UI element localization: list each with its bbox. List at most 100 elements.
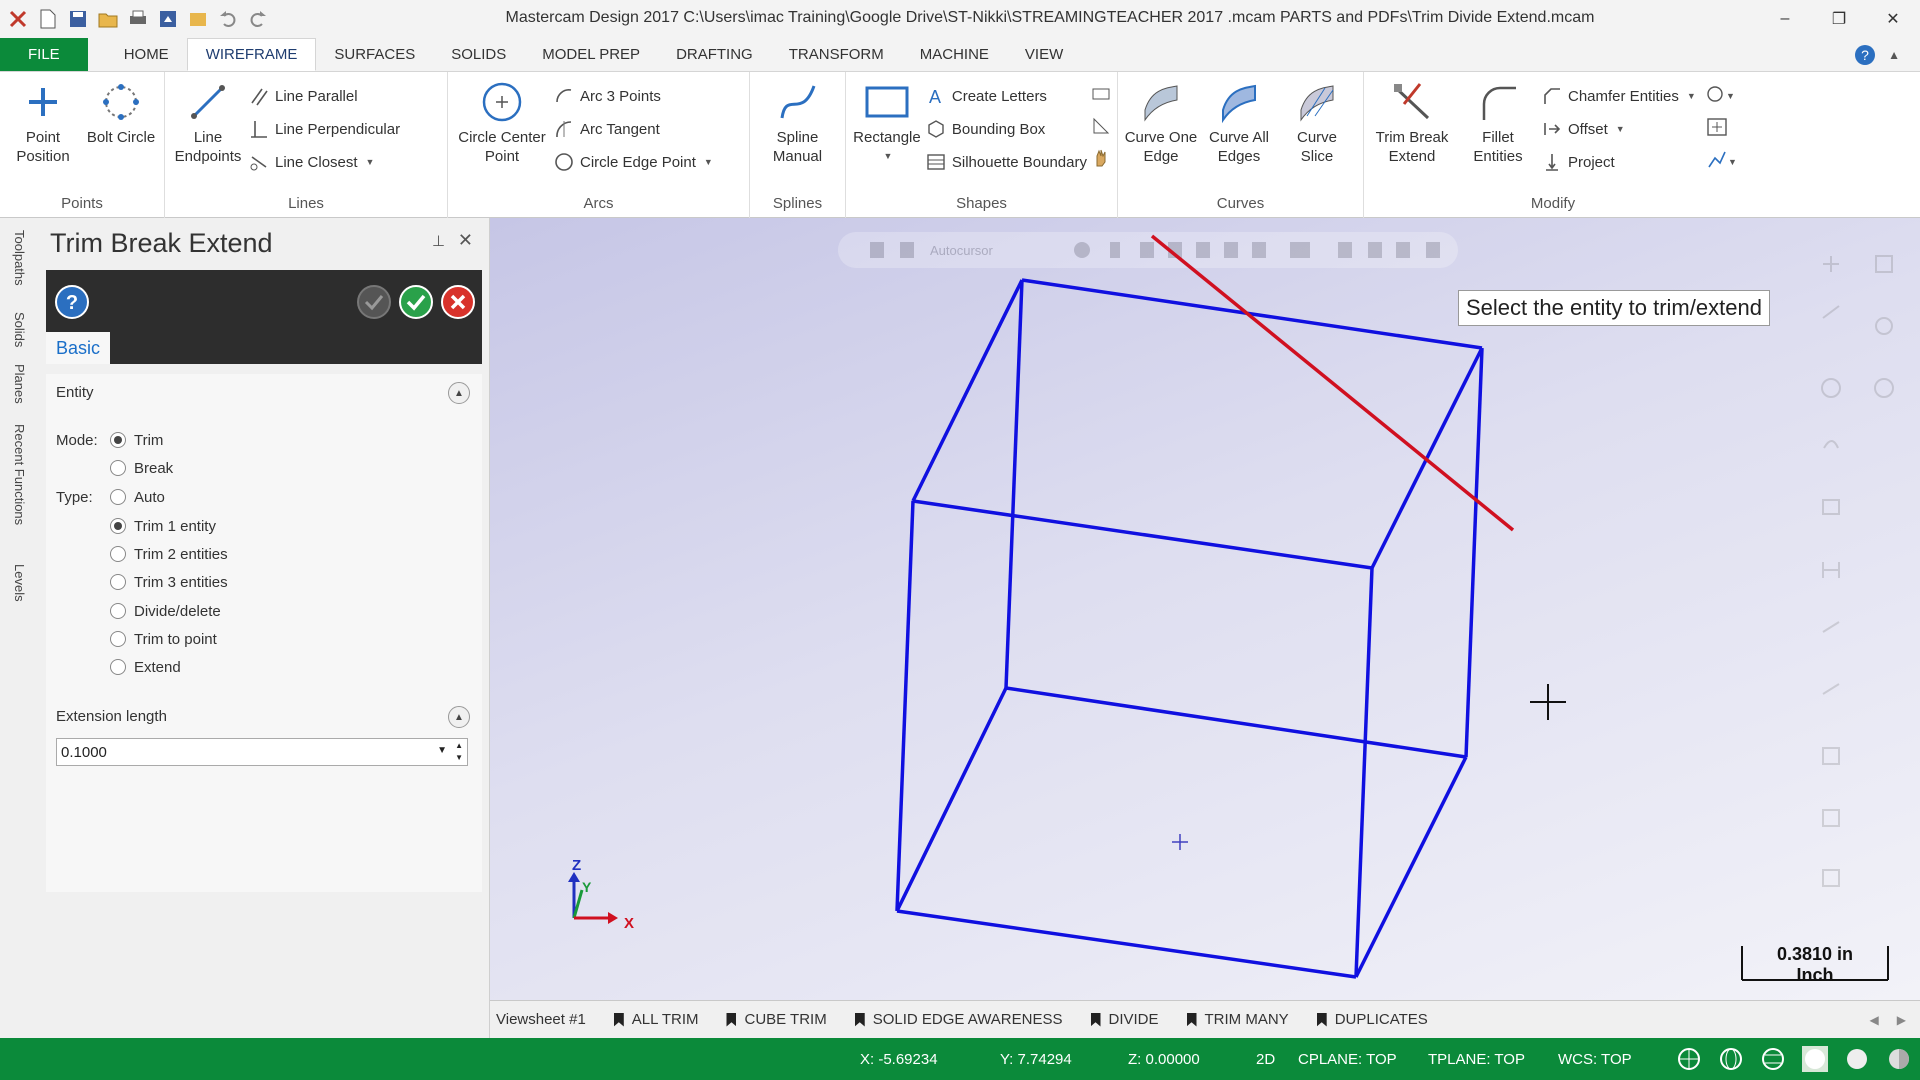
bounding-box-button[interactable]: Bounding Box [926,117,1087,141]
radio-type-divide[interactable]: Divide/delete [110,600,221,622]
radio-type-trim-3[interactable]: Trim 3 entities [110,571,228,593]
sphere-outline-icon[interactable] [1760,1046,1786,1072]
cube-wireframe[interactable] [895,278,1484,979]
tab-recent-functions[interactable]: Recent Functions [12,424,27,525]
bookmark-divide[interactable]: DIVIDE [1090,1011,1159,1028]
spinner-icon[interactable]: ▲ ▼ [455,740,463,764]
circle-edge-point-button[interactable]: Circle Edge Point ▼ [554,150,713,174]
cancel-icon[interactable] [440,284,476,320]
globe-grid-icon[interactable] [1718,1046,1744,1072]
type-label: Type: [56,489,93,506]
collapse-entity-icon[interactable]: ▲ [448,382,470,404]
radio-mode-break[interactable]: Break [110,457,173,479]
offset-button[interactable]: Offset ▼ [1542,117,1696,141]
merge-icon[interactable] [186,7,210,31]
maximize-button[interactable]: ❐ [1812,0,1866,38]
extension-length-input[interactable]: 0.1000 ▼ ▲ ▼ [56,738,468,766]
line-parallel-button[interactable]: Line Parallel [249,84,400,108]
undo-icon[interactable] [216,7,240,31]
open-folder-icon[interactable] [96,7,120,31]
radio-type-trim-2[interactable]: Trim 2 entities [110,543,228,565]
radio-type-trim-1[interactable]: Trim 1 entity [110,515,216,537]
bookmark-cube-trim[interactable]: CUBE TRIM [726,1011,827,1028]
shaded-sphere-icon[interactable] [1802,1046,1828,1072]
tab-planes[interactable]: Planes [12,364,27,404]
tab-solids-manager[interactable]: Solids [12,312,27,347]
help-icon[interactable]: ? [1854,44,1876,66]
tab-transform[interactable]: TRANSFORM [771,38,902,71]
redo-icon[interactable] [246,7,270,31]
status-wcs[interactable]: WCS: TOP [1558,1051,1632,1068]
line-closest-button[interactable]: Line Closest ▼ [249,150,400,174]
status-tplane[interactable]: TPLANE: TOP [1428,1051,1525,1068]
modify-tool-2-icon[interactable] [1706,117,1736,141]
translucent-sphere-icon[interactable] [1886,1046,1912,1072]
bookmark-duplicates[interactable]: DUPLICATES [1316,1011,1428,1028]
scroll-left-icon[interactable]: ◀ [1870,1013,1879,1027]
radio-type-trim-point[interactable]: Trim to point [110,628,217,650]
chamfer-entities-button[interactable]: Chamfer Entities ▼ [1542,84,1696,108]
tab-wireframe[interactable]: WIREFRAME [186,38,317,71]
tab-view[interactable]: VIEW [1007,38,1081,71]
silhouette-icon [926,152,946,172]
tab-home[interactable]: HOME [106,38,187,71]
tab-file[interactable]: FILE [0,38,88,71]
save-as-icon[interactable] [156,7,180,31]
save-icon[interactable] [66,7,90,31]
shape-tool-1-icon[interactable] [1091,84,1111,106]
radio-mode-trim[interactable]: Trim [110,429,163,451]
bookmark-all-trim[interactable]: ALL TRIM [613,1011,698,1028]
faded-right-toolbar[interactable] [1821,255,1894,887]
bookmark-icon [854,1012,865,1027]
scroll-right-icon[interactable]: ▶ [1897,1013,1906,1027]
modify-tool-3-icon[interactable]: ▼ [1706,150,1737,174]
tab-machine[interactable]: MACHINE [902,38,1007,71]
tab-basic[interactable]: Basic [46,332,110,364]
tab-model-prep[interactable]: MODEL PREP [524,38,658,71]
viewsheet-1[interactable]: Viewsheet #1 [496,1011,586,1028]
close-window-button[interactable]: ✕ [1866,0,1920,38]
tab-levels[interactable]: Levels [12,564,27,602]
arc-3-points-button[interactable]: Arc 3 Points [554,84,713,108]
faded-selection-toolbar[interactable]: Autocursor [838,232,1458,268]
sheet-scroll: ◀ ▶ [1870,1013,1906,1027]
minimize-button[interactable]: – [1758,0,1812,38]
line-perpendicular-button[interactable]: Line Perpendicular [249,117,400,141]
wireframe-canvas[interactable]: Autocursor Z Y X [490,218,1920,1000]
globe-icon[interactable] [1676,1046,1702,1072]
apply-icon[interactable] [356,284,392,320]
manager-tabs: Toolpaths Solids Planes Recent Functions… [0,218,40,1038]
bookmark-solid-edge-awareness[interactable]: SOLID EDGE AWARENESS [854,1011,1063,1028]
tab-drafting[interactable]: DRAFTING [658,38,771,71]
entity-header[interactable]: Entity ▲ [46,374,482,410]
collapse-ribbon-icon[interactable]: ▲ [1888,48,1900,62]
project-button[interactable]: Project [1542,150,1696,174]
create-letters-button[interactable]: A Create Letters [926,84,1087,108]
radio-type-extend[interactable]: Extend [110,656,181,678]
modify-tool-1-icon[interactable]: ▼ [1706,84,1736,108]
extension-header[interactable]: Extension length ▲ [46,698,482,734]
tab-solids[interactable]: SOLIDS [433,38,524,71]
print-icon[interactable] [126,7,150,31]
arc-tangent-button[interactable]: Arc Tangent [554,117,713,141]
bookmark-icon [726,1012,737,1027]
status-cplane[interactable]: CPLANE: TOP [1298,1051,1397,1068]
pin-icon[interactable]: ⊥ [432,232,445,250]
ok-icon[interactable] [398,284,434,320]
red-trim-line[interactable] [1150,234,1515,532]
help-icon[interactable]: ? [54,284,90,320]
shape-tool-2-icon[interactable] [1091,116,1111,138]
silhouette-boundary-button[interactable]: Silhouette Boundary [926,150,1087,174]
graphics-viewport[interactable]: Autocursor Z Y X Select the entity to tr… [490,218,1920,1000]
radio-type-auto[interactable]: Auto [110,486,165,508]
collapse-extension-icon[interactable]: ▲ [448,706,470,728]
dropdown-icon[interactable]: ▼ [437,745,447,756]
solid-sphere-icon[interactable] [1844,1046,1870,1072]
bookmark-trim-many[interactable]: TRIM MANY [1186,1011,1289,1028]
status-mode[interactable]: 2D [1256,1051,1275,1068]
panel-close-icon[interactable]: ✕ [458,230,473,251]
hand-tool-icon[interactable] [1091,148,1111,170]
new-file-icon[interactable] [36,7,60,31]
tab-toolpaths[interactable]: Toolpaths [12,230,27,286]
tab-surfaces[interactable]: SURFACES [316,38,433,71]
